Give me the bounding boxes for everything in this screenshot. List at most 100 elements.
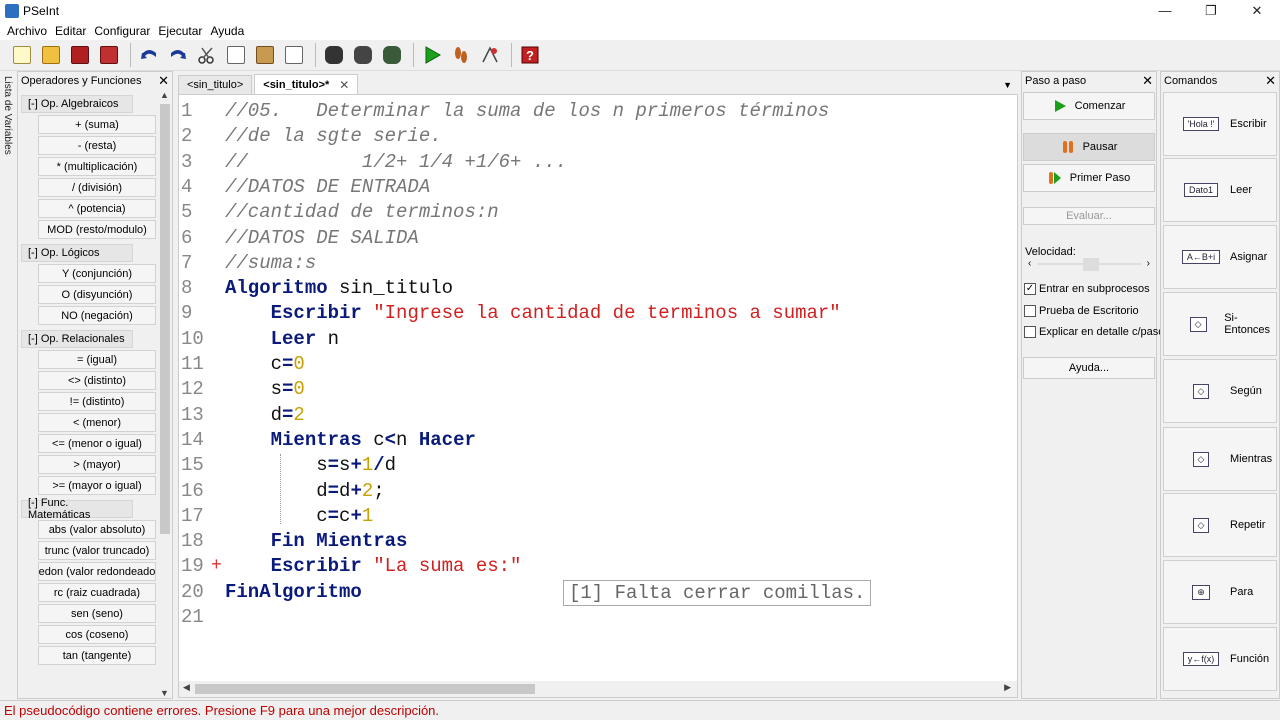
command-para-button[interactable]: ⊕ Para — [1163, 560, 1277, 624]
command-leer-button[interactable]: Dato1 Leer — [1163, 158, 1277, 222]
command-si-entonces-button[interactable]: ◇ Si-Entonces — [1163, 292, 1277, 356]
op-o-button[interactable]: O (disyunción) — [38, 285, 156, 304]
help-button[interactable]: ? — [517, 42, 543, 68]
evaluar-button[interactable]: Evaluar... — [1023, 207, 1155, 225]
menu-archivo[interactable]: Archivo — [3, 24, 51, 38]
step-panel-close-button[interactable]: ✕ — [1142, 74, 1153, 87]
speed-slider[interactable]: ‹ › — [1025, 258, 1153, 272]
category-matematicas[interactable]: [-] Func. Matemáticas — [21, 497, 133, 521]
op-mod-button[interactable]: MOD (resto/modulo) — [38, 220, 156, 239]
command-repetir-button[interactable]: ◇ Repetir — [1163, 493, 1277, 557]
op-division-button[interactable]: / (división) — [38, 178, 156, 197]
redo-button[interactable] — [165, 42, 191, 68]
variables-side-tab[interactable]: Lista de Variables — [0, 72, 16, 232]
op-potencia-button[interactable]: ^ (potencia) — [38, 199, 156, 218]
code-line[interactable]: 3 // 1/2+ 1/4 +1/6+ ... — [179, 150, 1015, 175]
op-suma-button[interactable]: + (suma) — [38, 115, 156, 134]
slider-left-icon[interactable]: ‹ — [1028, 258, 1031, 269]
editor-horizontal-scrollbar[interactable]: ◀ ▶ — [179, 681, 1017, 697]
scroll-down-icon[interactable]: ▼ — [160, 688, 169, 698]
code-line[interactable]: 1 //05. Determinar la suma de los n prime… — [179, 99, 1015, 124]
command-asignar-button[interactable]: A←B+i Asignar — [1163, 225, 1277, 289]
op-mayor-button[interactable]: > (mayor) — [38, 455, 156, 474]
indent-button[interactable] — [281, 42, 307, 68]
save-as-button[interactable] — [96, 42, 122, 68]
tab-close-button[interactable]: ✕ — [339, 78, 349, 92]
command-escribir-button[interactable]: 'Hola !' Escribir — [1163, 92, 1277, 156]
find-button[interactable] — [321, 42, 347, 68]
command-funci-n-button[interactable]: y←f(x) Función — [1163, 627, 1277, 691]
save-button[interactable] — [67, 42, 93, 68]
code-line[interactable]: 7 //suma:s — [179, 251, 1015, 276]
code-line[interactable]: 5 //cantidad de terminos:n — [179, 200, 1015, 225]
scrollbar-thumb[interactable] — [195, 684, 535, 694]
ayuda-button[interactable]: Ayuda... — [1023, 357, 1155, 379]
code-line[interactable]: 8 Algoritmo sin_titulo — [179, 276, 1015, 301]
fn-sen-button[interactable]: sen (seno) — [38, 604, 156, 623]
code-line[interactable]: 2 //de la sgte serie. — [179, 124, 1015, 149]
op-distinto-button[interactable]: <> (distinto) — [38, 371, 156, 390]
scroll-right-icon[interactable]: ▶ — [1004, 682, 1011, 693]
op-y-button[interactable]: Y (conjunción) — [38, 264, 156, 283]
comenzar-button[interactable]: Comenzar — [1023, 92, 1155, 120]
op-multiplicacion-button[interactable]: * (multiplicación) — [38, 157, 156, 176]
commands-panel-close-button[interactable]: ✕ — [1265, 74, 1276, 87]
close-button[interactable]: ✕ — [1234, 0, 1280, 21]
operators-scrollbar[interactable]: ▲ ▼ — [158, 90, 172, 698]
code-line[interactable]: 16 d=d+2; — [179, 479, 1015, 504]
code-line[interactable]: 9 Escribir "Ingrese la cantidad de termi… — [179, 301, 1015, 326]
step-run-button[interactable] — [448, 42, 474, 68]
fn-redon-button[interactable]: redon (valor redondeado) — [38, 562, 156, 581]
paste-button[interactable] — [252, 42, 278, 68]
scrollbar-thumb[interactable] — [160, 104, 170, 534]
category-logicos[interactable]: [-] Op. Lógicos — [21, 244, 133, 262]
code-line[interactable]: 4 //DATOS DE ENTRADA — [179, 175, 1015, 200]
debug-button[interactable] — [477, 42, 503, 68]
fn-abs-button[interactable]: abs (valor absoluto) — [38, 520, 156, 539]
run-button[interactable] — [419, 42, 445, 68]
op-igual-button[interactable]: = (igual) — [38, 350, 156, 369]
menu-editar[interactable]: Editar — [51, 24, 90, 38]
op-distinto2-button[interactable]: != (distinto) — [38, 392, 156, 411]
pausar-button[interactable]: Pausar — [1023, 133, 1155, 161]
menu-configurar[interactable]: Configurar — [90, 24, 154, 38]
code-line[interactable]: 6 //DATOS DE SALIDA — [179, 226, 1015, 251]
replace-button[interactable] — [379, 42, 405, 68]
tabs-dropdown-icon[interactable]: ▼ — [1003, 80, 1012, 90]
category-relacionales[interactable]: [-] Op. Relacionales — [21, 330, 133, 348]
scroll-left-icon[interactable]: ◀ — [183, 682, 190, 693]
maximize-button[interactable]: ❐ — [1188, 0, 1234, 21]
open-button[interactable] — [38, 42, 64, 68]
operators-panel-close-button[interactable]: ✕ — [158, 74, 169, 87]
slider-knob[interactable] — [1083, 258, 1099, 271]
code-line[interactable]: 18 Fin Mientras — [179, 529, 1015, 554]
fn-rc-button[interactable]: rc (raiz cuadrada) — [38, 583, 156, 602]
category-algebraicos[interactable]: [-] Op. Algebraicos — [21, 95, 133, 113]
op-mayor-igual-button[interactable]: >= (mayor o igual) — [38, 476, 156, 495]
tab-sin-titulo[interactable]: <sin_titulo> — [178, 75, 253, 94]
tab-sin-titulo-active[interactable]: <sin_titulo>* ✕ — [254, 74, 359, 94]
find-next-button[interactable] — [350, 42, 376, 68]
minimize-button[interactable]: — — [1142, 0, 1188, 21]
code-editor[interactable]: 1 //05. Determinar la suma de los n prime… — [178, 94, 1018, 698]
op-no-button[interactable]: NO (negación) — [38, 306, 156, 325]
code-line[interactable]: 12 s=0 — [179, 377, 1015, 402]
code-line[interactable]: 15 s=s+1/d — [179, 453, 1015, 478]
op-menor-button[interactable]: < (menor) — [38, 413, 156, 432]
entrar-subprocesos-checkbox[interactable]: ✓ Entrar en subprocesos — [1024, 281, 1150, 297]
code-line[interactable]: 19 + Escribir "La suma es:" — [179, 554, 1015, 579]
code-line[interactable]: 21 — [179, 605, 1015, 630]
code-line[interactable]: 11 c=0 — [179, 352, 1015, 377]
new-file-button[interactable] — [9, 42, 35, 68]
fn-tan-button[interactable]: tan (tangente) — [38, 646, 156, 665]
explicar-detalle-checkbox[interactable]: Explicar en detalle c/paso — [1024, 324, 1164, 340]
prueba-escritorio-checkbox[interactable]: Prueba de Escritorio — [1024, 303, 1139, 319]
copy-button[interactable] — [223, 42, 249, 68]
menu-ejecutar[interactable]: Ejecutar — [154, 24, 206, 38]
scroll-up-icon[interactable]: ▲ — [160, 90, 169, 100]
slider-right-icon[interactable]: › — [1147, 258, 1150, 269]
cut-button[interactable] — [194, 42, 220, 68]
code-line[interactable]: 14 Mientras c<n Hacer — [179, 428, 1015, 453]
op-resta-button[interactable]: - (resta) — [38, 136, 156, 155]
undo-button[interactable] — [136, 42, 162, 68]
